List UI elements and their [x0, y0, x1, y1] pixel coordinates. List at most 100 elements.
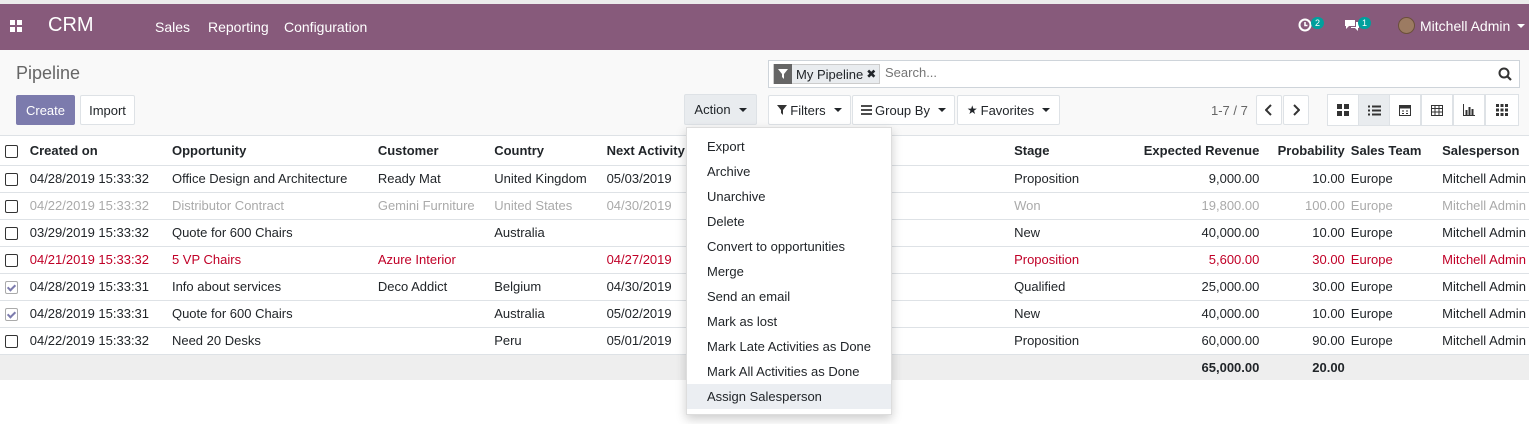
action-menu-item-delete[interactable]: Delete — [687, 209, 891, 234]
search-facet[interactable]: My Pipeline ✖ — [773, 64, 881, 84]
sales-team-cell[interactable]: Europe — [1347, 300, 1440, 328]
row-checkbox[interactable] — [0, 327, 27, 355]
action-menu-item-archive[interactable]: Archive — [687, 159, 891, 184]
favorites-button[interactable]: ★ Favorites — [957, 95, 1060, 125]
sales-team-cell[interactable]: Europe — [1347, 327, 1440, 355]
sales-team-cell[interactable]: Europe — [1347, 192, 1440, 220]
customer-cell[interactable]: Deco Addict — [374, 273, 492, 301]
activity-clock-icon[interactable] — [1298, 18, 1312, 35]
view-list-button[interactable] — [1358, 94, 1390, 126]
salesperson-cell[interactable]: Mitchell Admin — [1439, 192, 1529, 220]
create-button[interactable]: Create — [16, 95, 75, 125]
view-graph-button[interactable] — [1453, 94, 1485, 126]
menu-reporting[interactable]: Reporting — [208, 19, 269, 35]
country-cell[interactable]: Australia — [491, 300, 604, 328]
probability-cell[interactable]: 10.00 — [1262, 219, 1348, 247]
row-checkbox[interactable] — [0, 300, 27, 328]
action-menu-item-unarchive[interactable]: Unarchive — [687, 184, 891, 209]
search-input[interactable] — [885, 65, 1485, 80]
country-cell[interactable]: United States — [491, 192, 604, 220]
stage-cell[interactable]: New — [1011, 219, 1094, 247]
view-activity-button[interactable] — [1485, 94, 1519, 126]
salesperson-cell[interactable]: Mitchell Admin — [1439, 273, 1529, 301]
created-on-cell[interactable]: 04/21/2019 15:33:32 — [26, 246, 169, 274]
column-header[interactable]: Country — [491, 136, 604, 166]
probability-cell[interactable]: 90.00 — [1262, 327, 1348, 355]
row-checkbox[interactable] — [0, 219, 27, 247]
created-on-cell[interactable]: 04/22/2019 15:33:32 — [26, 192, 169, 220]
sales-team-cell[interactable]: Europe — [1347, 273, 1440, 301]
opportunity-cell[interactable]: Quote for 600 Chairs — [168, 300, 375, 328]
column-header[interactable]: Expected Revenue — [1093, 136, 1263, 166]
customer-cell[interactable]: Azure Interior — [374, 246, 492, 274]
probability-cell[interactable]: 30.00 — [1262, 273, 1348, 301]
customer-cell[interactable]: Ready Mat — [374, 165, 492, 193]
probability-cell[interactable]: 10.00 — [1262, 165, 1348, 193]
salesperson-cell[interactable]: Mitchell Admin — [1439, 246, 1529, 274]
menu-configuration[interactable]: Configuration — [284, 19, 367, 35]
customer-cell[interactable] — [374, 300, 492, 328]
stage-cell[interactable]: Proposition — [1011, 327, 1094, 355]
stage-cell[interactable]: Qualified — [1011, 273, 1094, 301]
opportunity-cell[interactable]: Info about services — [168, 273, 375, 301]
created-on-cell[interactable]: 04/22/2019 15:33:32 — [26, 327, 169, 355]
action-menu-item-mark-late-activities-as-done[interactable]: Mark Late Activities as Done — [687, 334, 891, 359]
created-on-cell[interactable]: 04/28/2019 15:33:31 — [26, 273, 169, 301]
opportunity-cell[interactable]: Quote for 600 Chairs — [168, 219, 375, 247]
probability-cell[interactable]: 100.00 — [1262, 192, 1348, 220]
action-menu-item-send-an-email[interactable]: Send an email — [687, 284, 891, 309]
country-cell[interactable]: Belgium — [491, 273, 604, 301]
pager-previous-button[interactable] — [1256, 95, 1282, 125]
row-checkbox[interactable] — [0, 192, 27, 220]
sales-team-cell[interactable]: Europe — [1347, 165, 1440, 193]
pager-value[interactable]: 1-7 / 7 — [1211, 103, 1248, 118]
action-menu-item-mark-all-activities-as-done[interactable]: Mark All Activities as Done — [687, 359, 891, 384]
action-menu-item-merge[interactable]: Merge — [687, 259, 891, 284]
column-header[interactable]: Opportunity — [168, 136, 375, 166]
row-checkbox[interactable] — [0, 246, 27, 274]
row-checkbox[interactable] — [0, 165, 27, 193]
stage-cell[interactable]: New — [1011, 300, 1094, 328]
country-cell[interactable]: Peru — [491, 327, 604, 355]
customer-cell[interactable] — [374, 327, 492, 355]
customer-cell[interactable] — [374, 219, 492, 247]
country-cell[interactable]: United Kingdom — [491, 165, 604, 193]
sales-team-cell[interactable]: Europe — [1347, 246, 1440, 274]
remove-facet-icon[interactable]: ✖ — [866, 67, 879, 81]
app-brand[interactable]: CRM — [48, 14, 94, 37]
action-menu-item-mark-as-lost[interactable]: Mark as lost — [687, 309, 891, 334]
column-header[interactable]: Customer — [374, 136, 492, 166]
search-icon[interactable] — [1498, 67, 1512, 84]
user-menu[interactable]: Mitchell Admin — [1398, 17, 1526, 34]
column-header[interactable]: Sales Team — [1347, 136, 1440, 166]
pager-next-button[interactable] — [1283, 95, 1309, 125]
view-pivot-button[interactable] — [1421, 94, 1453, 126]
action-menu-item-convert-to-opportunities[interactable]: Convert to opportunities — [687, 234, 891, 259]
view-calendar-button[interactable] — [1389, 94, 1421, 126]
view-kanban-button[interactable] — [1327, 94, 1359, 126]
probability-cell[interactable]: 10.00 — [1262, 300, 1348, 328]
column-header[interactable]: Salesperson — [1439, 136, 1529, 166]
opportunity-cell[interactable]: 5 VP Chairs — [168, 246, 375, 274]
created-on-cell[interactable]: 04/28/2019 15:33:32 — [26, 165, 169, 193]
menu-sales[interactable]: Sales — [155, 19, 190, 35]
salesperson-cell[interactable]: Mitchell Admin — [1439, 219, 1529, 247]
expected-revenue-cell[interactable]: 5,600.00 — [1093, 246, 1263, 274]
row-checkbox[interactable] — [0, 273, 27, 301]
expected-revenue-cell[interactable]: 60,000.00 — [1093, 327, 1263, 355]
opportunity-cell[interactable]: Distributor Contract — [168, 192, 375, 220]
group-by-button[interactable]: Group By — [852, 95, 955, 125]
stage-cell[interactable]: Proposition — [1011, 246, 1094, 274]
action-menu-item-export[interactable]: Export — [687, 134, 891, 159]
import-button[interactable]: Import — [80, 95, 135, 125]
salesperson-cell[interactable]: Mitchell Admin — [1439, 165, 1529, 193]
action-menu-item-assign-salesperson[interactable]: Assign Salesperson — [687, 384, 891, 409]
salesperson-cell[interactable]: Mitchell Admin — [1439, 327, 1529, 355]
column-header[interactable]: Stage — [1011, 136, 1094, 166]
customer-cell[interactable]: Gemini Furniture — [374, 192, 492, 220]
opportunity-cell[interactable]: Office Design and Architecture — [168, 165, 375, 193]
apps-menu-icon[interactable] — [10, 20, 22, 32]
select-all-checkbox[interactable] — [0, 136, 27, 166]
expected-revenue-cell[interactable]: 19,800.00 — [1093, 192, 1263, 220]
sales-team-cell[interactable]: Europe — [1347, 219, 1440, 247]
